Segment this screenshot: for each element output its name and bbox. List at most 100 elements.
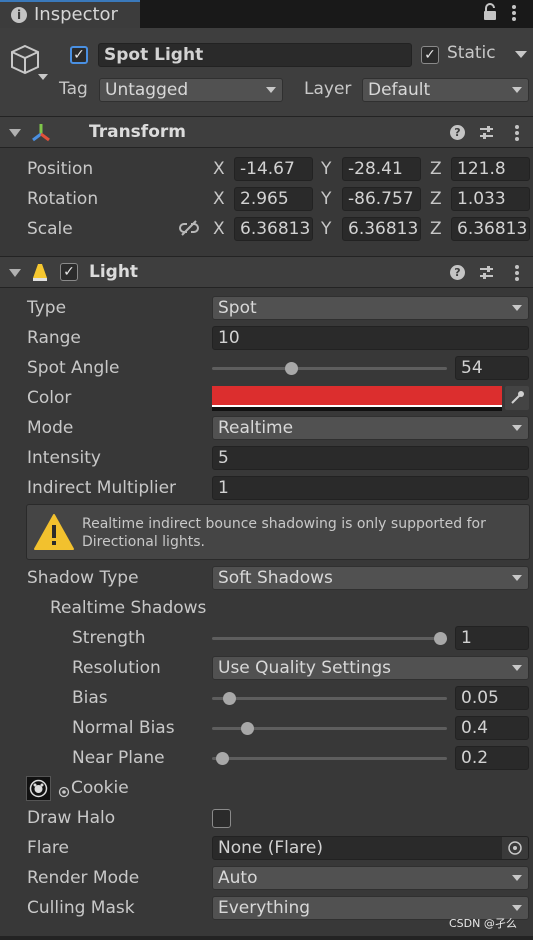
rotation-z-field[interactable]: 1.033 xyxy=(451,187,530,211)
strength-slider-thumb[interactable] xyxy=(434,632,447,645)
axis-z-label[interactable]: Z xyxy=(430,189,442,209)
more-options-icon[interactable] xyxy=(511,3,517,28)
light-header[interactable]: ✓ Light ? xyxy=(0,257,533,287)
axis-x-label[interactable]: X xyxy=(213,219,225,239)
intensity-field[interactable]: 5 xyxy=(212,446,529,470)
normal-bias-label: Normal Bias xyxy=(72,718,175,738)
transform-title: Transform xyxy=(89,122,186,142)
axis-y-label[interactable]: Y xyxy=(321,159,331,179)
lock-icon[interactable] xyxy=(482,3,498,26)
light-icon xyxy=(31,262,49,287)
axis-z-label[interactable]: Z xyxy=(430,159,442,179)
static-label: Static xyxy=(447,43,496,63)
bias-field[interactable]: 0.05 xyxy=(455,686,529,710)
indirect-multiplier-field[interactable]: 1 xyxy=(212,476,529,500)
type-label: Type xyxy=(27,298,67,318)
strength-field[interactable]: 1 xyxy=(455,626,529,650)
active-checkbox[interactable]: ✓ xyxy=(70,46,88,64)
mode-value: Realtime xyxy=(218,418,294,438)
resolution-dropdown[interactable]: Use Quality Settings xyxy=(212,656,529,680)
tag-dropdown[interactable]: Untagged xyxy=(99,78,283,102)
foldout-arrow-icon[interactable] xyxy=(9,269,21,277)
range-field[interactable]: 10 xyxy=(212,326,529,350)
bias-slider-thumb[interactable] xyxy=(223,692,237,705)
position-label: Position xyxy=(27,159,94,179)
type-value: Spot xyxy=(218,298,257,318)
axis-x-label[interactable]: X xyxy=(213,189,225,209)
color-field[interactable] xyxy=(212,386,502,411)
chevron-down-icon xyxy=(512,305,522,311)
render-mode-value: Auto xyxy=(218,868,258,888)
scale-x-field[interactable]: 6.36813 xyxy=(234,217,313,241)
shadow-type-value: Soft Shadows xyxy=(218,568,333,588)
bias-label: Bias xyxy=(72,688,108,708)
chevron-down-icon xyxy=(512,875,522,881)
shadow-type-label: Shadow Type xyxy=(27,568,139,588)
layer-label: Layer xyxy=(304,79,352,99)
light-title: Light xyxy=(89,262,139,282)
object-picker-icon[interactable] xyxy=(502,837,528,859)
chevron-down-icon xyxy=(512,425,522,431)
component-menu-icon[interactable] xyxy=(514,264,520,287)
axis-y-label[interactable]: Y xyxy=(321,189,331,209)
presets-icon[interactable] xyxy=(478,264,495,286)
color-alpha-bar xyxy=(212,407,502,411)
axis-x-label[interactable]: X xyxy=(213,159,225,179)
divider xyxy=(0,147,533,148)
type-dropdown[interactable]: Spot xyxy=(212,296,529,320)
constrain-proportions-icon[interactable] xyxy=(179,219,199,242)
static-checkbox[interactable]: ✓ xyxy=(421,46,439,64)
help-icon[interactable]: ? xyxy=(450,265,465,280)
spot-angle-slider-thumb[interactable] xyxy=(285,362,299,375)
cookie-texture-thumbnail[interactable] xyxy=(26,776,51,801)
resolution-label: Resolution xyxy=(72,658,161,678)
axis-z-label[interactable]: Z xyxy=(430,219,442,239)
chevron-down-icon xyxy=(512,87,522,93)
component-menu-icon[interactable] xyxy=(514,124,520,147)
color-swatch xyxy=(212,386,502,405)
help-icon[interactable]: ? xyxy=(450,125,465,140)
mode-dropdown[interactable]: Realtime xyxy=(212,416,529,440)
strength-label: Strength xyxy=(72,628,146,648)
flare-field[interactable]: None (Flare) xyxy=(212,836,529,860)
indirect-multiplier-label: Indirect Multiplier xyxy=(27,478,177,498)
layer-dropdown[interactable]: Default xyxy=(362,78,529,102)
transform-icon xyxy=(30,122,52,147)
near-plane-slider-track[interactable] xyxy=(212,757,447,760)
chevron-down-icon xyxy=(512,575,522,581)
near-plane-field[interactable]: 0.2 xyxy=(455,746,529,770)
presets-icon[interactable] xyxy=(478,124,495,146)
position-z-field[interactable]: 121.8 xyxy=(451,157,530,181)
light-enabled-checkbox[interactable]: ✓ xyxy=(60,263,78,281)
tab-inspector[interactable]: i Inspector xyxy=(0,0,140,28)
scale-z-field[interactable]: 6.36813 xyxy=(451,217,530,241)
render-mode-dropdown[interactable]: Auto xyxy=(212,866,529,890)
chevron-down-icon xyxy=(512,665,522,671)
position-x-field[interactable]: -14.67 xyxy=(234,157,313,181)
rotation-x-field[interactable]: 2.965 xyxy=(234,187,313,211)
bias-slider-track[interactable] xyxy=(212,697,447,700)
object-name-field[interactable]: Spot Light xyxy=(98,43,412,67)
color-label: Color xyxy=(27,388,72,408)
static-dropdown-icon[interactable] xyxy=(515,51,527,58)
gameobject-cube-icon[interactable] xyxy=(10,42,50,89)
shadow-type-dropdown[interactable]: Soft Shadows xyxy=(212,566,529,590)
position-y-field[interactable]: -28.41 xyxy=(342,157,421,181)
object-picker-icon[interactable] xyxy=(58,783,70,803)
draw-halo-checkbox[interactable] xyxy=(212,809,231,828)
strength-slider-track[interactable] xyxy=(212,637,447,640)
scale-label: Scale xyxy=(27,219,73,239)
near-plane-slider-thumb[interactable] xyxy=(216,752,230,765)
spot-angle-slider-track[interactable] xyxy=(212,367,447,370)
normal-bias-slider-thumb[interactable] xyxy=(240,722,254,735)
axis-y-label[interactable]: Y xyxy=(321,219,331,239)
foldout-arrow-icon[interactable] xyxy=(9,129,21,137)
spot-angle-field[interactable]: 54 xyxy=(455,356,529,380)
object-header: ✓ Spot Light ✓ Static Tag Untagged Layer… xyxy=(0,28,533,116)
spot-angle-label: Spot Angle xyxy=(27,358,120,378)
rotation-y-field[interactable]: -86.757 xyxy=(342,187,421,211)
eyedropper-icon[interactable] xyxy=(505,386,529,410)
normal-bias-field[interactable]: 0.4 xyxy=(455,716,529,740)
transform-header[interactable]: Transform ? xyxy=(0,117,533,147)
scale-y-field[interactable]: 6.36813 xyxy=(342,217,421,241)
